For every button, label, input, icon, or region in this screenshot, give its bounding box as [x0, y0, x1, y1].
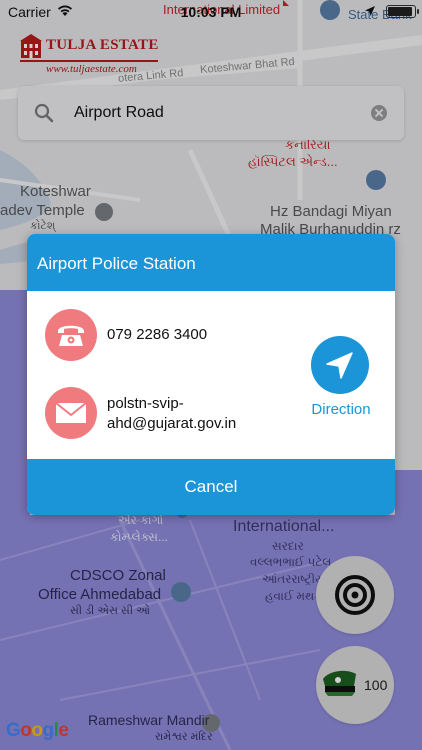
phone-contact-row[interactable]: 079 2286 3400	[45, 309, 305, 361]
police-station-dialog: Airport Police Station 079 2286 3400 pol…	[27, 234, 395, 515]
envelope-icon[interactable]	[45, 387, 97, 439]
telephone-icon[interactable]	[45, 309, 97, 361]
direction-label[interactable]: Direction	[301, 401, 381, 418]
cancel-button[interactable]: Cancel	[27, 459, 395, 515]
email-contact-row[interactable]: polstn-svip-ahd@gujarat.gov.in	[45, 387, 305, 443]
dialog-header: Airport Police Station	[27, 234, 395, 291]
dialog-title: Airport Police Station	[37, 254, 196, 273]
phone-number[interactable]: 079 2286 3400	[107, 325, 207, 345]
navigation-arrow-icon[interactable]	[311, 336, 369, 394]
dialog-body: 079 2286 3400 polstn-svip-ahd@gujarat.go…	[27, 291, 395, 459]
email-address[interactable]: polstn-svip-ahd@gujarat.gov.in	[107, 394, 287, 434]
direction-button[interactable]: Direction	[305, 336, 377, 426]
